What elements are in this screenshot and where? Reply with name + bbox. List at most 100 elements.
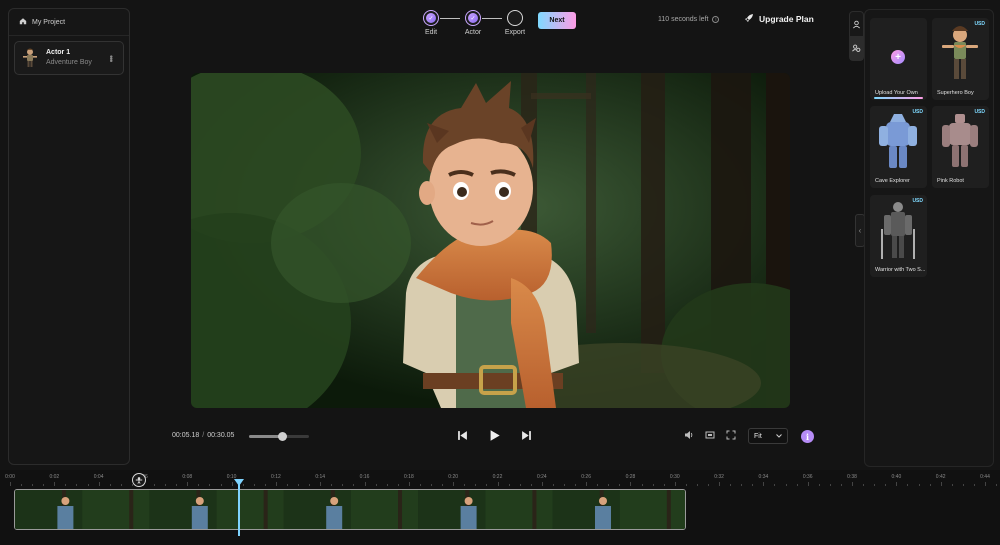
tick-label: 0:40 — [891, 474, 902, 480]
kebab-menu-icon[interactable]: ••• — [106, 55, 116, 61]
video-preview[interactable] — [191, 73, 790, 408]
volume-icon[interactable] — [682, 428, 696, 442]
step-edit[interactable]: ✓ Edit — [421, 10, 441, 36]
seconds-left-text: 110 seconds left — [658, 16, 709, 23]
total-time: 00:30.05 — [207, 432, 235, 439]
tick-mark — [663, 484, 665, 486]
actor-card-superhero-boy[interactable]: USD Superhero Boy — [932, 18, 989, 100]
tick-label: 0:12 — [271, 474, 281, 480]
check-icon: ✓ — [426, 13, 436, 23]
marker-handle[interactable] — [132, 473, 146, 487]
tick-mark — [65, 484, 67, 486]
actor-card-image — [879, 114, 917, 168]
tick-mark — [320, 482, 322, 486]
upload-actor-card[interactable]: + Upload Your Own — [870, 18, 927, 100]
tick-mark — [264, 484, 266, 486]
tick-mark — [597, 484, 599, 486]
tick-label: 0:08 — [182, 474, 193, 480]
upload-progress-bar — [874, 97, 923, 99]
thumbnail-frame — [82, 490, 150, 529]
tick-mark — [874, 484, 876, 486]
tick-mark — [275, 482, 277, 486]
skip-back-icon[interactable] — [455, 428, 469, 442]
play-icon[interactable] — [487, 428, 501, 442]
tick-mark — [464, 484, 466, 486]
timeline-ruler[interactable]: 0:000:020:040:060:080:100:120:140:160:18… — [5, 474, 998, 486]
volume-knob[interactable] — [277, 432, 287, 441]
thumbnail-frame — [216, 490, 284, 529]
actor-card-pink-robot[interactable]: USD Pink Robot — [932, 106, 989, 188]
actor-card-warrior[interactable]: USD Warrior with Two S... — [870, 195, 927, 277]
skip-forward-icon[interactable] — [519, 428, 533, 442]
chevron-down-icon — [776, 433, 782, 440]
thumbnail-tree — [532, 490, 537, 529]
tick-mark — [608, 484, 610, 486]
seconds-left: 110 seconds left i — [658, 16, 720, 23]
tick-mark — [76, 484, 78, 486]
tick-mark — [619, 484, 621, 486]
current-time: 00:05.18 — [172, 432, 200, 439]
actor-item[interactable]: Actor 1 Adventure Boy ••• — [14, 41, 124, 75]
tick-mark — [774, 484, 776, 486]
tick-mark — [863, 484, 865, 486]
step-label: Actor — [464, 29, 482, 36]
fit-select[interactable]: Fit — [748, 428, 788, 444]
video-track[interactable] — [14, 489, 686, 530]
actor-card-image — [881, 202, 915, 259]
tick-mark — [486, 484, 488, 486]
screen-icon[interactable] — [703, 428, 717, 442]
tick-mark — [353, 484, 355, 486]
tick-mark — [298, 484, 300, 486]
info-icon[interactable]: i — [712, 16, 720, 23]
tick-mark — [508, 484, 510, 486]
tick-mark — [187, 482, 189, 486]
tick-mark — [386, 484, 388, 486]
check-icon: ✓ — [468, 13, 478, 23]
tick-label: 0:36 — [802, 474, 813, 480]
tick-mark — [165, 484, 167, 486]
tick-mark — [696, 484, 698, 486]
tick-label: 0:02 — [49, 474, 60, 480]
time-display: 00:05.18/00:30.05 — [172, 432, 234, 439]
actor-name: Actor 1 — [46, 49, 71, 56]
tick-mark — [630, 482, 632, 486]
tick-mark — [342, 484, 344, 486]
people-icon[interactable] — [850, 36, 863, 60]
tick-mark — [907, 484, 909, 486]
tick-mark — [885, 484, 887, 486]
tick-mark — [198, 484, 200, 486]
tick-mark — [519, 484, 521, 486]
card-name: Cave Explorer — [875, 178, 910, 184]
thumbnail-frame — [351, 490, 419, 529]
upgrade-plan-button[interactable]: Upgrade Plan — [744, 13, 814, 25]
thumbnail-character-head — [195, 497, 204, 505]
tick-mark — [918, 484, 920, 486]
step-circle: ✓ — [465, 10, 481, 26]
panel-tabs — [849, 11, 864, 61]
actor-library-panel: + Upload Your Own USD Superhero Boy USD — [864, 9, 994, 467]
person-icon[interactable] — [850, 12, 863, 36]
actor-card-cave-explorer[interactable]: USD Cave Explorer — [870, 106, 927, 188]
price-badge: USD — [912, 109, 923, 115]
tick-mark — [32, 484, 34, 486]
tick-mark — [21, 484, 23, 486]
tick-mark — [209, 484, 211, 486]
tick-mark — [641, 484, 643, 486]
fullscreen-icon[interactable] — [724, 428, 738, 442]
tick-label: 0:18 — [403, 474, 414, 480]
playhead[interactable] — [238, 479, 240, 536]
fit-label: Fit — [754, 432, 762, 440]
tick-mark — [962, 484, 964, 486]
tick-mark — [951, 484, 953, 486]
thumbnail-character-head — [61, 497, 70, 505]
info-button[interactable]: i — [801, 430, 814, 443]
tick-mark — [431, 484, 433, 486]
actor-card-image — [942, 114, 978, 167]
tick-mark — [552, 484, 554, 486]
step-actor[interactable]: ✓ Actor — [463, 10, 483, 36]
next-button[interactable]: Next — [538, 12, 576, 29]
tick-label: 0:30 — [669, 474, 680, 480]
step-export[interactable]: Export — [505, 10, 525, 36]
breadcrumb[interactable]: My Project — [9, 9, 129, 36]
tick-mark — [940, 482, 942, 486]
